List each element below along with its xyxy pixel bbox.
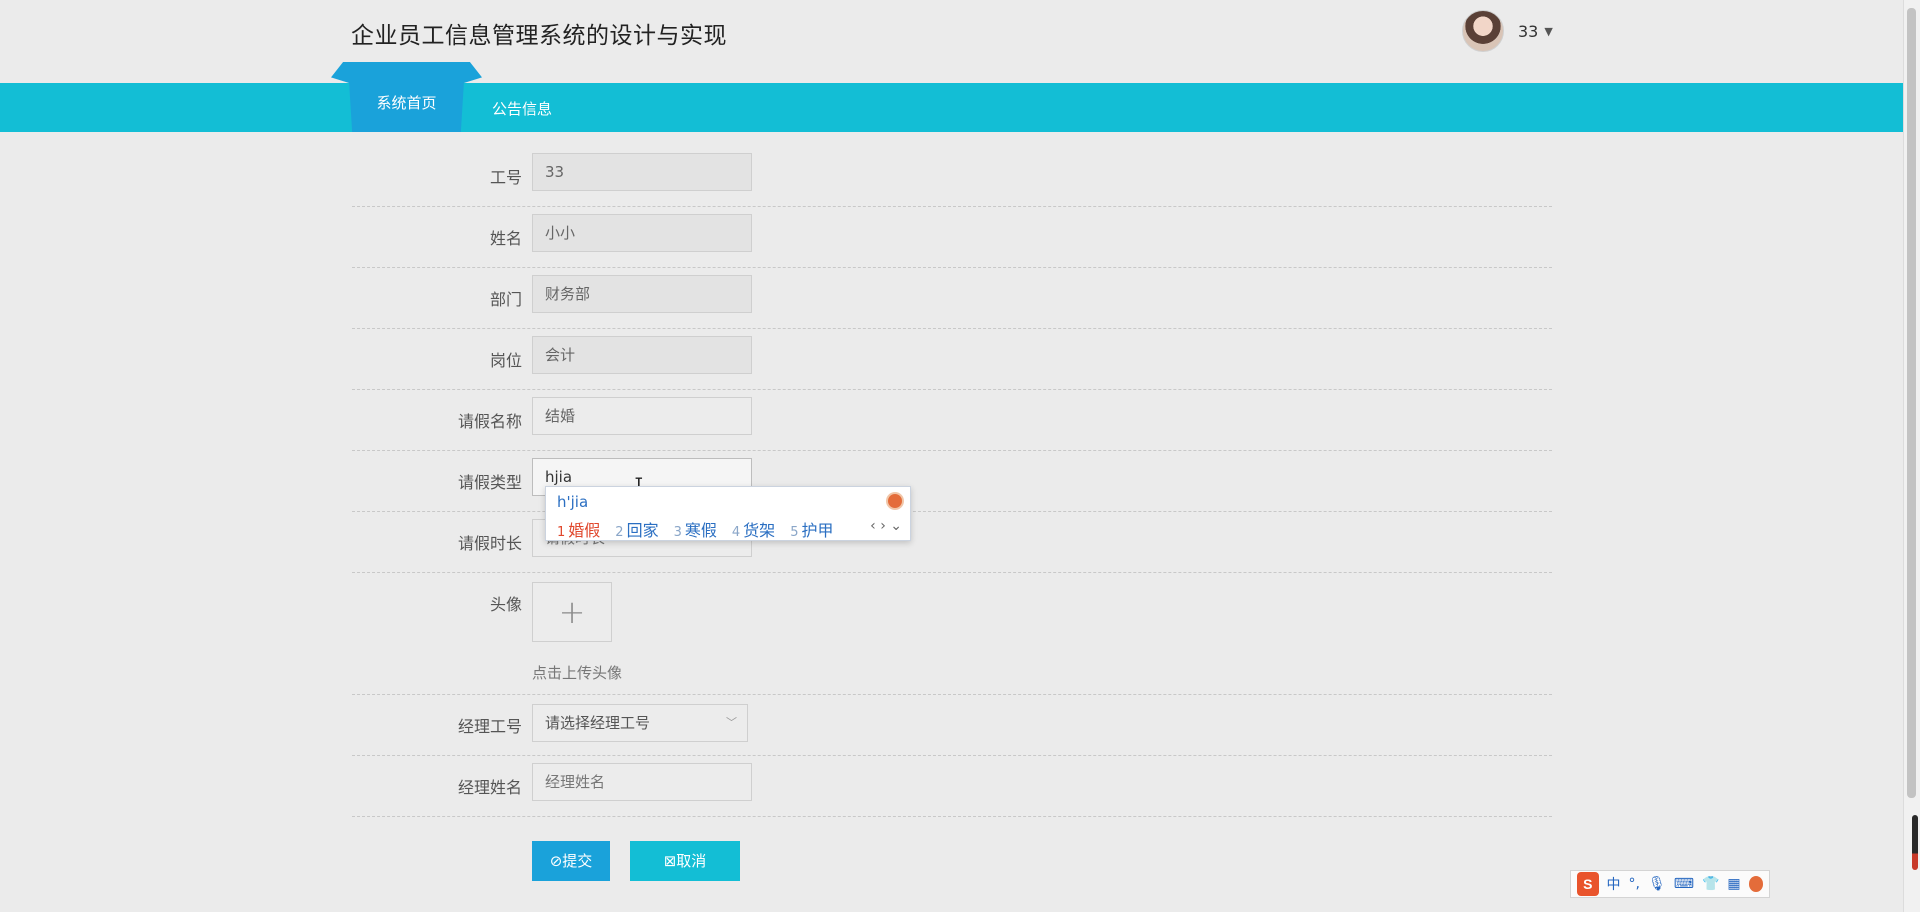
form-row-avatar: 头像 + 点击上传头像	[352, 573, 1552, 695]
leave-name-field[interactable]: 结婚	[532, 397, 752, 435]
upload-hint: 点击上传头像	[532, 664, 623, 682]
leave-request-form: 工号 33 姓名 小小 部门 财务部 岗位 会计 请假名称 结婚 请假类型 hj…	[352, 146, 1552, 817]
user-avatar[interactable]	[1462, 10, 1504, 52]
form-row-employee-id: 工号 33	[352, 146, 1552, 207]
form-row-department: 部门 财务部	[352, 268, 1552, 329]
user-menu[interactable]: 33 ▼	[1462, 10, 1553, 52]
avatar-label: 头像	[489, 595, 522, 614]
submit-button[interactable]: ⊘提交	[532, 841, 610, 881]
sogou-logo-icon	[886, 492, 904, 510]
ime-page-controls[interactable]: ‹ › ⌄	[870, 518, 902, 534]
apps-grid-icon[interactable]: ▦	[1727, 876, 1740, 892]
department-label: 部门	[489, 290, 522, 309]
tab-home-label[interactable]: 系统首页	[331, 92, 482, 113]
scrollbar-thumb[interactable]	[1907, 8, 1916, 798]
form-row-leave-duration: 请假时长 请假时长	[352, 512, 1552, 573]
employee-id-label: 工号	[489, 168, 522, 187]
form-row-manager-name: 经理姓名 经理姓名	[352, 756, 1552, 817]
name-label: 姓名	[489, 229, 522, 248]
leave-type-label: 请假类型	[457, 473, 522, 492]
close-box-icon: ⊠	[663, 852, 677, 870]
manager-name-label: 经理姓名	[457, 778, 522, 797]
app-title: 企业员工信息管理系统的设计与实现	[351, 23, 727, 49]
ime-composition: h'jia	[557, 493, 589, 511]
user-name[interactable]: 33	[1518, 22, 1538, 41]
manager-id-select[interactable]: 请选择经理工号 ﹀	[532, 704, 748, 742]
employee-id-field[interactable]: 33	[532, 153, 752, 191]
form-row-position: 岗位 会计	[352, 329, 1552, 390]
ime-candidate-popup[interactable]: h'jia 1 婚假 2 回家 3 寒假 4 货架 5 护甲 ‹ › ⌄	[545, 486, 911, 541]
ime-toolbar[interactable]: S 中 °, 🎙 ⌨ 👕 ▦	[1570, 870, 1770, 898]
thermometer-icon	[1912, 815, 1918, 870]
position-field[interactable]: 会计	[532, 336, 752, 374]
ime-candidate-list: 1 婚假 2 回家 3 寒假 4 货架 5 护甲	[557, 517, 833, 541]
ime-candidate[interactable]: 3 寒假	[674, 517, 717, 541]
form-row-leave-type: 请假类型 hjia	[352, 451, 1552, 512]
position-label: 岗位	[489, 351, 522, 370]
vertical-scrollbar[interactable]	[1903, 0, 1920, 912]
ime-candidate[interactable]: 1 婚假	[557, 517, 600, 541]
manager-id-label: 经理工号	[457, 717, 522, 736]
department-field[interactable]: 财务部	[532, 275, 752, 313]
skin-icon[interactable]: 👕	[1702, 876, 1719, 892]
form-row-leave-name: 请假名称 结婚	[352, 390, 1552, 451]
cancel-label: 取消	[676, 852, 707, 870]
tab-home[interactable]: 系统首页	[331, 62, 482, 132]
plus-icon: +	[558, 593, 586, 631]
check-circle-icon: ⊘	[549, 852, 563, 870]
tab-announcements[interactable]: 公告信息	[492, 98, 552, 119]
nav-bar	[0, 83, 1904, 132]
page: 企业员工信息管理系统的设计与实现 33 ▼ 系统首页 公告信息 工号 33 姓名…	[0, 0, 1920, 912]
leave-duration-label: 请假时长	[457, 534, 522, 553]
form-row-manager-id: 经理工号 请选择经理工号 ﹀	[352, 695, 1552, 756]
cancel-button[interactable]: ⊠取消	[630, 841, 740, 881]
manager-id-placeholder: 请选择经理工号	[545, 714, 651, 732]
sogou-mascot-icon[interactable]	[1748, 876, 1763, 892]
ime-mode-toggle[interactable]: 中	[1607, 874, 1621, 894]
avatar-upload-button[interactable]: +	[532, 582, 612, 642]
ime-candidate[interactable]: 4 货架	[732, 517, 775, 541]
keyboard-icon[interactable]: ⌨	[1674, 876, 1694, 892]
ime-candidate[interactable]: 2 回家	[615, 517, 658, 541]
ime-punct-toggle[interactable]: °,	[1629, 876, 1640, 892]
ime-candidate[interactable]: 5 护甲	[790, 517, 833, 541]
caret-down-icon[interactable]: ▼	[1544, 25, 1552, 38]
name-field[interactable]: 小小	[532, 214, 752, 252]
sogou-s-icon[interactable]: S	[1577, 872, 1599, 896]
form-row-name: 姓名 小小	[352, 207, 1552, 268]
leave-name-label: 请假名称	[457, 412, 522, 431]
microphone-icon[interactable]: 🎙	[1648, 876, 1666, 892]
chevron-down-icon: ﹀	[726, 716, 737, 729]
manager-name-field[interactable]: 经理姓名	[532, 763, 752, 801]
submit-label: 提交	[562, 852, 593, 870]
